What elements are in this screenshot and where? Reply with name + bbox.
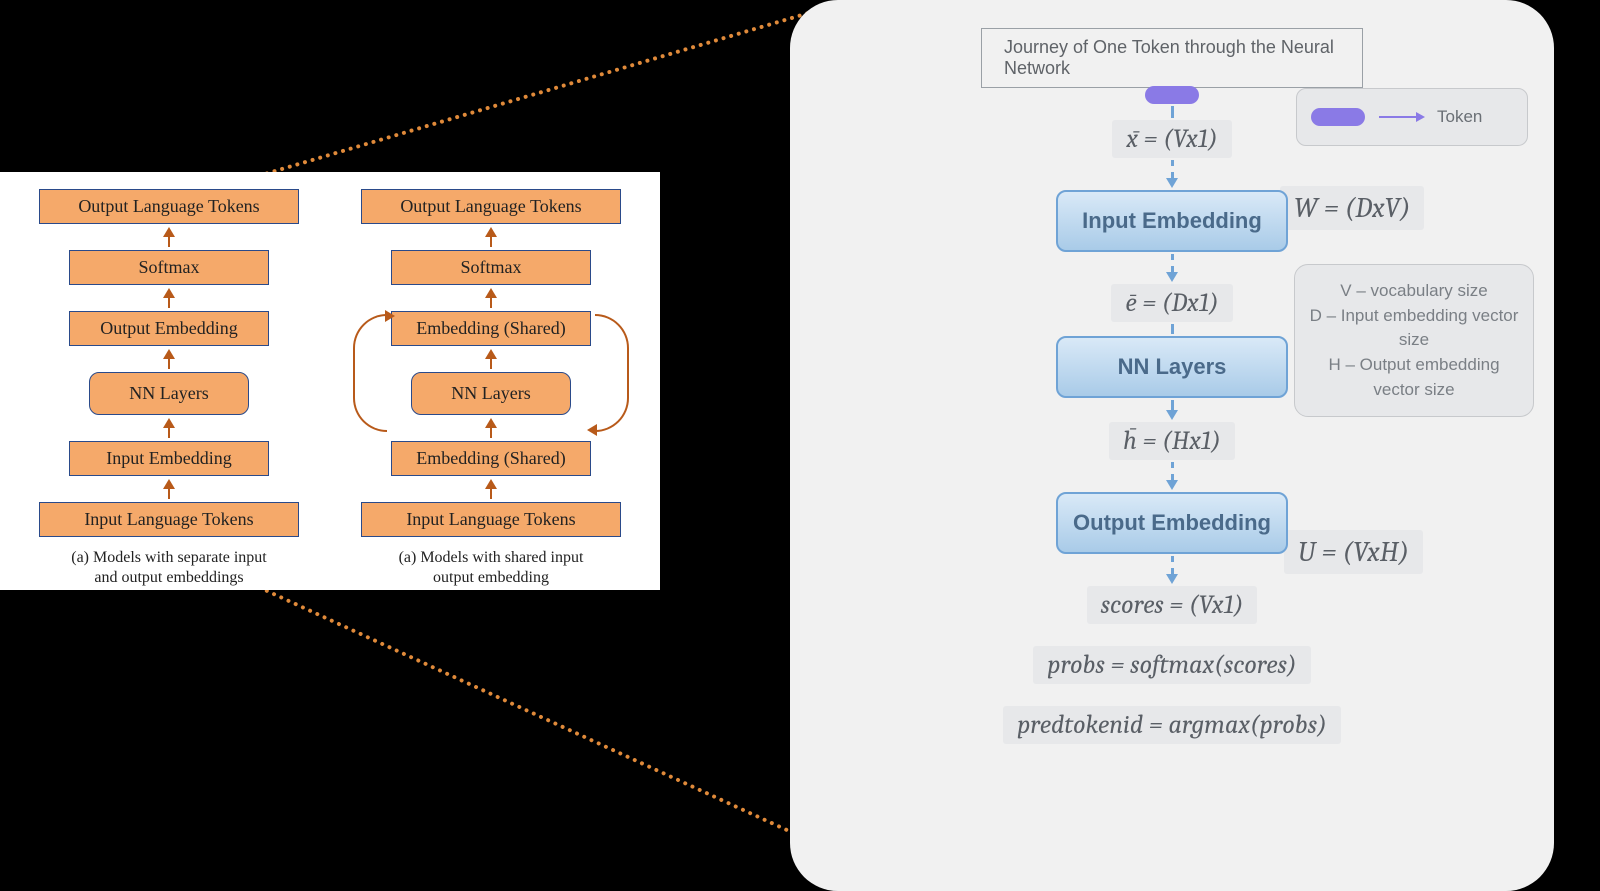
paper-col-separate: Output Language Tokens Softmax Output Em… [19, 186, 319, 584]
paper-box: Output Language Tokens [361, 189, 621, 224]
paper-box: Embedding (Shared) [391, 441, 591, 476]
panel-title: Journey of One Token through the Neural … [981, 28, 1363, 88]
shared-arc-right [595, 314, 629, 432]
eq-x: x̄ = (Vx1) [1112, 120, 1231, 158]
paper-box: Embedding (Shared) [391, 311, 591, 346]
paper-box: Input Embedding [69, 441, 269, 476]
eq-h: h̄ = (Hx1) [1109, 422, 1235, 460]
paper-box: NN Layers [411, 372, 571, 415]
eq-probs: probs = softmax(scores) [1033, 646, 1310, 684]
paper-caption-b: (a) Models with shared input output embe… [399, 548, 584, 588]
flow-column: x̄ = (Vx1) Input Embedding ē = (Dx1) NN … [818, 86, 1526, 877]
eq-pred: predtokenid = argmax(probs) [1003, 706, 1341, 744]
paper-box: Softmax [69, 250, 269, 285]
token-journey-panel: Journey of One Token through the Neural … [790, 0, 1554, 891]
paper-box: Output Embedding [69, 311, 269, 346]
token-pill-icon [1145, 86, 1199, 104]
block-input-embedding: Input Embedding [1056, 190, 1288, 252]
paper-box: Input Language Tokens [39, 502, 299, 537]
flow-arrow [1171, 462, 1174, 480]
paper-caption-a: (a) Models with separate input and outpu… [71, 548, 267, 588]
flow-arrow [1171, 254, 1174, 272]
flow-arrow [1171, 160, 1174, 178]
connector-dots-top [264, 2, 840, 176]
flow-arrow [1171, 106, 1174, 118]
block-output-embedding: Output Embedding [1056, 492, 1288, 554]
flow-arrow [1171, 556, 1174, 574]
flow-arrow [1171, 324, 1174, 334]
block-nn-layers: NN Layers [1056, 336, 1288, 398]
paper-box: Input Language Tokens [361, 502, 621, 537]
eq-e: ē = (Dx1) [1111, 284, 1232, 322]
paper-figure-panel: Output Language Tokens Softmax Output Em… [0, 172, 660, 590]
connector-dots-bottom [264, 588, 854, 862]
paper-box: Output Language Tokens [39, 189, 299, 224]
paper-col-shared: Output Language Tokens Softmax Embedding… [341, 186, 641, 584]
eq-scores: scores = (Vx1) [1087, 586, 1258, 624]
shared-arc-left [353, 314, 387, 432]
paper-box: Softmax [391, 250, 591, 285]
paper-box: NN Layers [89, 372, 249, 415]
flow-arrow [1171, 400, 1174, 410]
